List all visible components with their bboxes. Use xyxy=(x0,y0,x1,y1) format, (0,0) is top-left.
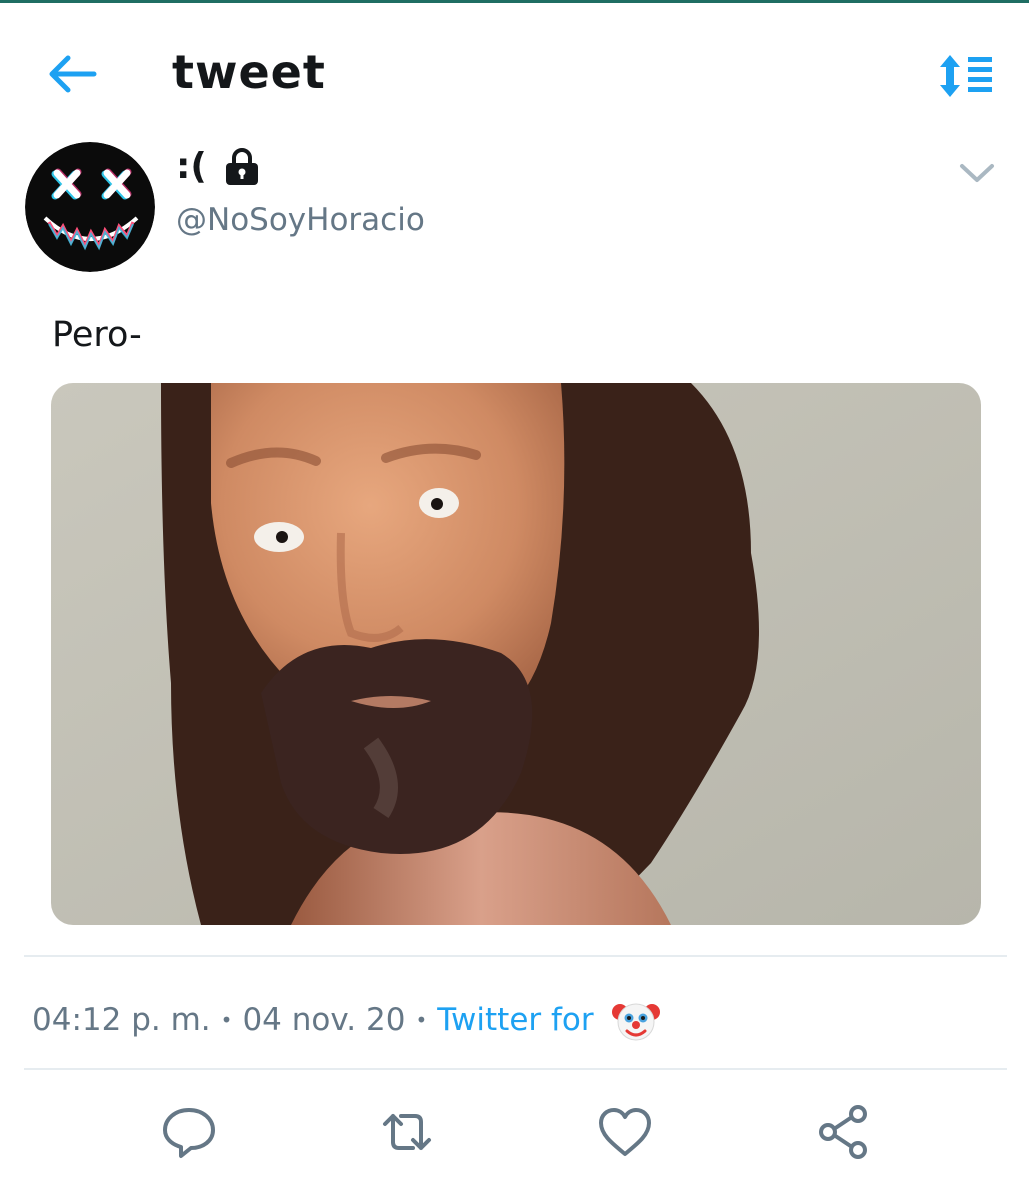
divider xyxy=(24,1068,1007,1070)
reply-button[interactable] xyxy=(159,1102,219,1162)
display-name-text: :( xyxy=(176,146,207,187)
tweet-source-link[interactable]: Twitter for xyxy=(437,1002,593,1038)
tweet-date: 04 nov. 20 xyxy=(242,1002,406,1038)
retweet-icon xyxy=(383,1114,431,1150)
author-name: :( xyxy=(176,146,261,187)
separator-dot: • xyxy=(220,1008,233,1032)
back-button[interactable] xyxy=(44,49,100,99)
lock-icon xyxy=(225,147,258,185)
like-icon xyxy=(599,1108,651,1156)
sort-icon xyxy=(940,55,992,97)
reply-icon xyxy=(163,1108,215,1158)
retweet-button[interactable] xyxy=(377,1102,437,1162)
glitch-smiley-avatar xyxy=(25,142,155,272)
top-bar: tweet xyxy=(0,3,1029,123)
tweet-text: Pero- xyxy=(52,315,142,355)
share-icon xyxy=(819,1105,867,1159)
divider xyxy=(24,955,1007,957)
page-title: tweet xyxy=(172,45,326,99)
tweet-media-image[interactable] xyxy=(51,383,981,925)
sort-button[interactable] xyxy=(938,53,996,99)
clown-face-icon xyxy=(611,1003,660,1041)
arrow-left-icon xyxy=(49,55,97,93)
statue-face-photo xyxy=(51,383,981,925)
like-button[interactable] xyxy=(595,1102,655,1162)
chevron-down-icon xyxy=(960,164,994,182)
tweet-time: 04:12 p. m. xyxy=(32,1002,211,1038)
tweet-options-button[interactable] xyxy=(956,158,998,188)
tweet-metadata: 04:12 p. m. • 04 nov. 20 • Twitter for xyxy=(32,996,660,1044)
avatar[interactable] xyxy=(25,142,155,272)
separator-dot: • xyxy=(415,1008,428,1032)
share-button[interactable] xyxy=(814,1102,874,1162)
author-handle[interactable]: @NoSoyHoracio xyxy=(176,202,425,238)
